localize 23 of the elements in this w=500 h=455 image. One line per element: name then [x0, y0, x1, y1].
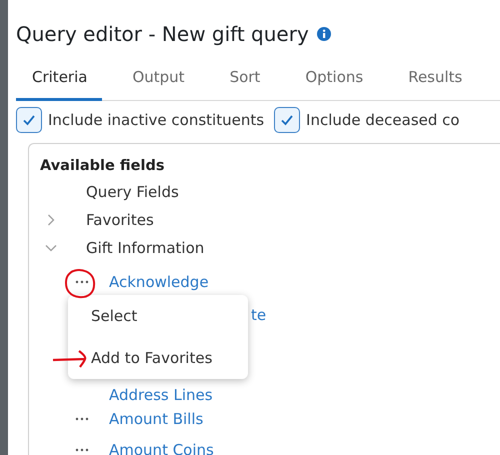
info-icon — [316, 27, 331, 41]
field-link[interactable]: Address Lines — [109, 386, 213, 404]
menu-item[interactable]: Add to Favorites — [91, 349, 212, 367]
check-icon — [22, 114, 36, 126]
tab[interactable]: Output — [116, 60, 200, 101]
checkbox-label: Include inactive constituents — [48, 111, 264, 129]
panel-heading: Available fields — [40, 158, 166, 174]
tab[interactable]: Sort — [214, 60, 276, 101]
tab[interactable]: Options — [289, 60, 378, 101]
tab[interactable]: Criteria — [16, 60, 102, 101]
check-icon — [280, 114, 294, 126]
field-link[interactable]: Acknowledge — [109, 272, 209, 291]
window-title: Query editor - New gift query — [16, 22, 309, 46]
tab[interactable]: Results — [392, 60, 478, 101]
tree-item[interactable]: Query Fields — [86, 183, 179, 201]
field-link[interactable]: te — [251, 306, 266, 324]
menu-item[interactable]: Select — [91, 307, 138, 325]
tree-item[interactable]: Favorites — [86, 211, 154, 229]
field-link[interactable]: Amount Bills — [109, 410, 204, 428]
checkbox[interactable] — [16, 107, 42, 133]
tree-item[interactable]: Gift Information — [86, 239, 204, 257]
checkbox-label: Include deceased co — [306, 111, 460, 129]
checkbox[interactable] — [274, 107, 300, 133]
